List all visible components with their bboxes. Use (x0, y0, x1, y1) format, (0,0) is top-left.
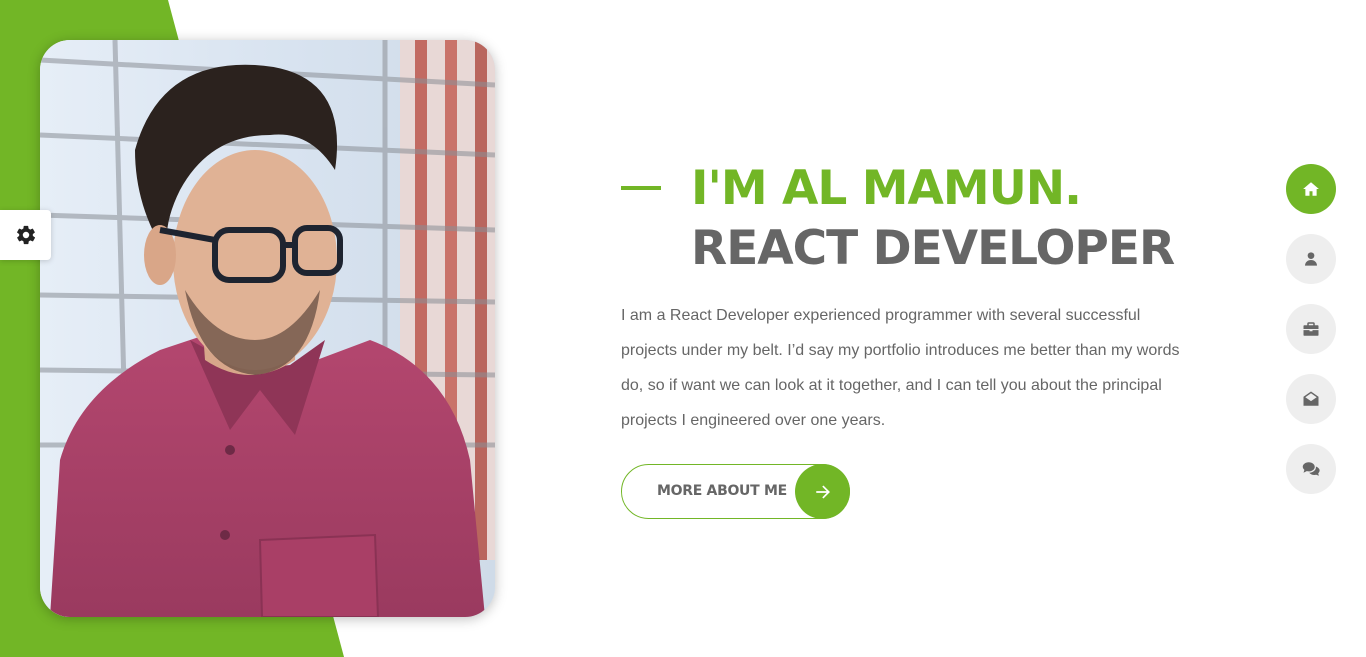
hero-role: REACT DEVELOPER (691, 221, 1175, 276)
nav-portfolio[interactable] (1286, 304, 1336, 354)
user-icon (1305, 252, 1317, 266)
hero-heading: I'M AL MAMUN. REACT DEVELOPER (621, 160, 1221, 280)
nav-home[interactable] (1286, 164, 1336, 214)
hero-name: I'M AL MAMUN. (691, 161, 1082, 216)
hero-section: I'M AL MAMUN. REACT DEVELOPER I am a Rea… (621, 160, 1221, 438)
briefcase-icon (1303, 322, 1319, 336)
heading-dash (621, 186, 661, 190)
nav-about[interactable] (1286, 234, 1336, 284)
settings-button[interactable] (0, 210, 51, 260)
home-icon (1303, 182, 1319, 196)
nav-contact[interactable] (1286, 374, 1336, 424)
comments-icon (1302, 462, 1320, 476)
profile-photo (40, 40, 495, 617)
side-navigation (1286, 164, 1336, 514)
nav-blog[interactable] (1286, 444, 1336, 494)
more-about-me-label: MORE ABOUT ME (657, 483, 787, 499)
more-about-me-button[interactable]: MORE ABOUT ME (621, 464, 850, 519)
profile-photo-image (40, 40, 495, 617)
envelope-open-icon (1303, 391, 1319, 406)
arrow-right-icon (815, 484, 830, 499)
gear-icon (16, 225, 35, 245)
arrow-circle (795, 464, 850, 519)
home-page: I'M AL MAMUN. REACT DEVELOPER I am a Rea… (0, 0, 1366, 657)
hero-bio: I am a React Developer experienced progr… (621, 307, 1180, 429)
